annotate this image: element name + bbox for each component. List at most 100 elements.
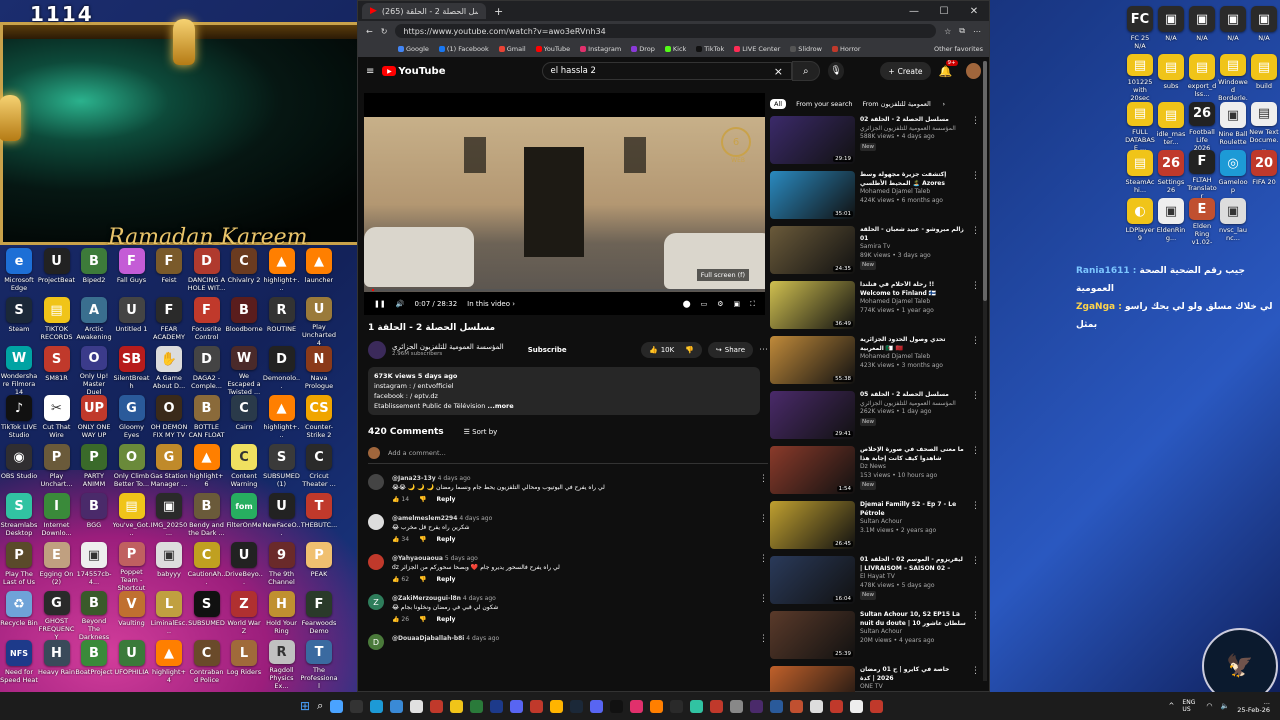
desktop-left-icon-14[interactable]: F Focusrite Control [188,297,226,346]
desktop-right-icon-18[interactable]: ◎ Gameloop [1218,150,1248,198]
desktop-left-icon-1[interactable]: U ProjectBeat [38,248,76,297]
desktop-left-icon-7[interactable]: ▲ highlight+... [263,248,301,297]
recommendation-title[interactable]: خاصة في كايرو | ح 01 رمضان 2026 | كدة [860,666,966,683]
video-player[interactable]: 6 WEB Full screen (f) ❚❚ 🔊 0:07 / 28:32 … [364,93,765,315]
comment-like-button[interactable]: 👍 26 [392,615,409,624]
star-icon[interactable]: ☆ [944,27,951,36]
desktop-right-icon-8[interactable]: ▤Windowed Borderle... [1218,54,1248,102]
video-thumbnail[interactable]: 29:19 [770,116,855,164]
reply-button[interactable]: Reply [437,535,456,544]
comment-author[interactable]: @Jana23-13y [392,475,436,482]
desktop-left-icon-35[interactable]: CS Counter-Strike 2 [300,395,338,444]
desktop-left-icon-74[interactable]: B BoatProject [75,640,113,689]
desktop-right-icon-21[interactable]: ▣ EldenRing... [1156,198,1186,246]
desktop-left-icon-56[interactable]: ▣ 174557cb-4... [75,542,113,591]
recommendation-menu-icon[interactable]: ⋮ [971,226,980,276]
desktop-right-icon-12[interactable]: 26 Football Life 2026 [1187,102,1217,150]
taskbar-app-icon[interactable] [490,699,504,713]
chip-from-search[interactable]: From your search [796,100,852,108]
recommendation-8[interactable]: 16:04 ليفريزوم - الموسم 02 - الحلقة 01 | … [770,556,980,606]
desktop-left-icon-10[interactable]: ▤ TIKTOK RECORDS [38,297,76,346]
taskbar-app-icon[interactable] [370,699,384,713]
taskbar-app-icon[interactable] [770,699,784,713]
reply-button[interactable]: Reply [437,615,456,624]
desktop-left-icon-25[interactable]: D Demonolo... [263,346,301,395]
taskbar-app-icon[interactable] [650,699,664,713]
comment-author[interactable]: @ZakiMerzougui-l8n [392,595,461,602]
recommendation-title[interactable]: ليفريزوم - الموسم 02 - الحلقة 01 | LIVRA… [860,556,966,573]
desktop-left-icon-5[interactable]: D DANCING A HOLE WIT... [188,248,226,297]
desktop-left-icon-16[interactable]: R ROUTINE [263,297,301,346]
video-thumbnail[interactable]: 25:39 [770,611,855,659]
comment-like-button[interactable]: 👍 14 [392,495,409,504]
pause-icon[interactable]: ❚❚ [374,300,386,308]
recommendation-5[interactable]: 29:41 مسلسل الحصلة 2 - الحلقة 05 المؤسسة ا… [770,391,980,441]
tray-chevron-icon[interactable]: ^ [1169,702,1175,710]
taskbar-app-icon[interactable] [690,699,704,713]
desktop-left-icon-41[interactable]: ▲ highlight+6 [188,444,226,493]
chip-from-channel[interactable]: From المؤسسة العمومية للتلفزيون [863,100,933,108]
taskbar-app-icon[interactable] [630,699,644,713]
desktop-left-icon-31[interactable]: O OH DEMON FIX MY TV [150,395,188,444]
video-thumbnail[interactable]: 55:38 [770,336,855,384]
desktop-left-icon-77[interactable]: C Contraband Police [188,640,226,689]
thumbs-down-icon[interactable]: 👎 [685,346,694,354]
taskbar-app-icon[interactable] [550,699,564,713]
desktop-left-icon-68[interactable]: S SUBSUMED [188,591,226,640]
menu-icon[interactable]: ⋯ [973,27,981,36]
comment-menu-icon[interactable]: ⋮ [759,634,768,650]
desktop-left-icon-13[interactable]: F FEAR ACADEMY [150,297,188,346]
desktop-left-icon-9[interactable]: S Steam [0,297,38,346]
desktop-right-icon-23[interactable]: ▣ nvsc_launc... [1218,198,1248,246]
subscribe-button[interactable]: Subscribe [528,346,567,354]
comment-avatar[interactable] [368,514,384,530]
desktop-right-icon-7[interactable]: ▤ export_dlss... [1187,54,1217,102]
bookmark-7[interactable]: TikTok [696,45,724,53]
desktop-left-icon-48[interactable]: ▤ You've_Got... [113,493,151,542]
desktop-left-icon-78[interactable]: L Log Riders [225,640,263,689]
desktop-left-icon-19[interactable]: S SM81R [38,346,76,395]
more-actions-icon[interactable]: ⋯ [759,345,768,355]
close-button[interactable]: ✕ [959,6,989,17]
recommendation-menu-icon[interactable]: ⋮ [971,171,980,221]
recommendation-title[interactable]: إكتشفت جزيرة مجهولة وسط المحيط الأطلسي 🏝… [860,171,966,188]
start-icon[interactable]: ⊞ [300,699,310,713]
comment-like-button[interactable]: 👍 34 [392,535,409,544]
desktop-left-icon-62[interactable]: P PEAK [300,542,338,591]
desktop-right-icon-16[interactable]: 26 Settings 26 [1156,150,1186,198]
sort-button[interactable]: ☰ Sort by [464,428,498,436]
back-icon[interactable]: ← [366,27,373,36]
comment-dislike-icon[interactable]: 👎 [419,575,426,584]
wifi-icon[interactable]: ◠ [1206,702,1212,710]
like-button[interactable]: 👍 10K 👎 [640,342,702,358]
description-box[interactable]: 673K views 5 days ago instagram : / entv… [368,367,760,415]
desktop-right-icon-4[interactable]: ▣ N/A [1249,6,1279,54]
recommendation-menu-icon[interactable]: ⋮ [971,611,980,661]
search-button[interactable]: ⌕ [791,61,820,81]
video-thumbnail[interactable]: 36:49 [770,281,855,329]
desktop-left-icon-71[interactable]: F Fearwoods Demo [300,591,338,640]
desktop-right-icon-19[interactable]: 20 FIFA 20 [1249,150,1279,198]
extensions-icon[interactable]: ⧉ [959,26,965,36]
desktop-left-icon-11[interactable]: A Arctic Awakening [75,297,113,346]
recommendation-6[interactable]: 1:54 ما معنى الصحف في صورة الإخلاص شاهدوا… [770,446,980,496]
desktop-left-icon-45[interactable]: S Streamlabs Desktop [0,493,38,542]
refresh-icon[interactable]: ↻ [381,27,388,36]
recommendation-9[interactable]: 25:39 Sultan Achour 10, S2 EP15 La nuit d… [770,611,980,661]
other-favorites[interactable]: Other favorites [934,45,989,53]
volume-icon[interactable]: 🔊 [396,300,405,308]
desktop-left-icon-50[interactable]: B Bendy and the Dark ... [188,493,226,542]
comment-avatar[interactable]: Z [368,594,384,610]
tab-youtube[interactable]: ▶ (265) مسلسل الحصلة 2 - الحلقة ... [362,3,486,19]
taskbar-app-icon[interactable] [730,699,744,713]
comment-dislike-icon[interactable]: 👎 [419,495,426,504]
hamburger-icon[interactable]: ≡ [366,66,374,77]
search-input[interactable]: el hassla 2 × [541,62,792,80]
recommendation-title[interactable]: مسلسل الحصلة 2 - الحلقة 05 [860,391,966,400]
desktop-right-icon-14[interactable]: ▤ New Text Docume... [1249,102,1279,150]
desktop-right-icon-5[interactable]: ▤101225 with 20sec delay [1125,54,1155,102]
reply-button[interactable]: Reply [437,575,456,584]
clock[interactable]: ... 25-Feb-26 [1237,698,1270,714]
maximize-button[interactable]: ☐ [929,6,959,17]
desktop-left-icon-64[interactable]: G GHOST FREQUENCY [38,591,76,640]
